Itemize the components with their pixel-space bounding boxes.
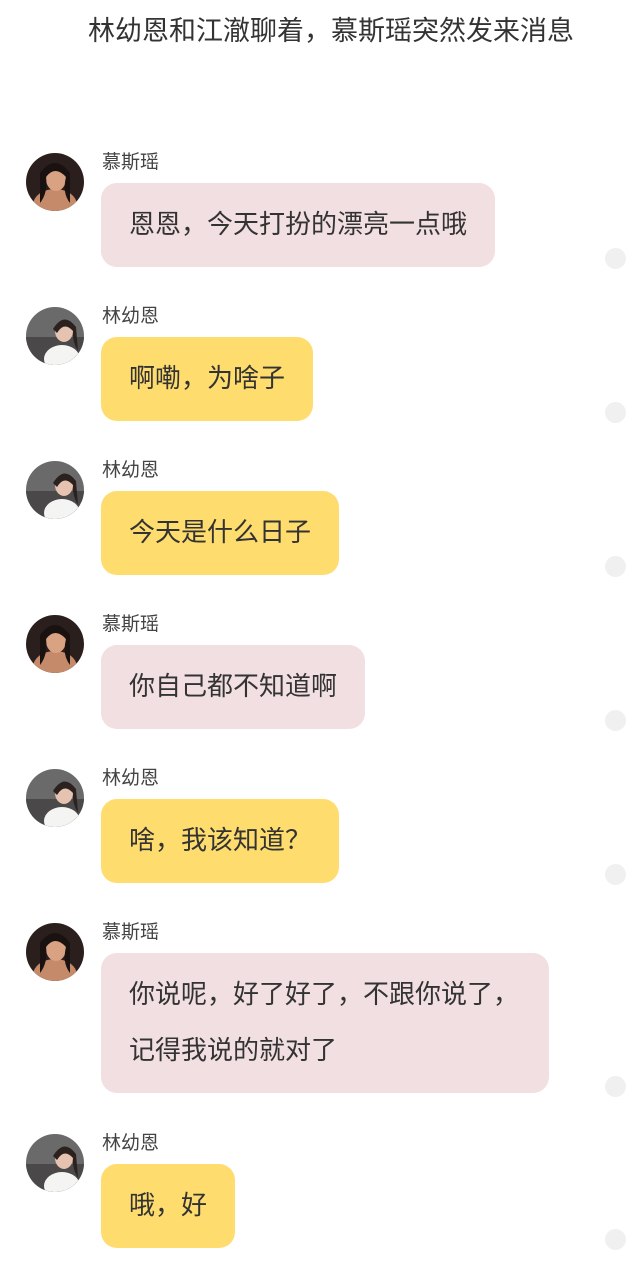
- message-bubble[interactable]: 哦，好: [101, 1164, 236, 1248]
- avatar-musiyao[interactable]: [26, 923, 84, 981]
- avatar-linyouen[interactable]: [26, 307, 84, 365]
- sender-name: 林幼恩: [102, 767, 160, 789]
- sender-name: 慕斯瑶: [102, 151, 160, 173]
- avatar-linyouen[interactable]: [26, 769, 84, 827]
- sender-name: 林幼恩: [102, 459, 160, 481]
- avatar-musiyao[interactable]: [26, 153, 84, 211]
- avatar-linyouen[interactable]: [26, 1134, 84, 1192]
- avatar-linyouen[interactable]: [26, 461, 84, 519]
- message-bubble[interactable]: 你自己都不知道啊: [101, 645, 366, 729]
- status-dot: [605, 1076, 626, 1097]
- status-dot: [605, 1229, 626, 1250]
- sender-name: 慕斯瑶: [102, 613, 160, 635]
- message-bubble[interactable]: 你说呢，好了好了，不跟你说了，记得我说的就对了: [101, 953, 549, 1093]
- status-dot: [605, 248, 626, 269]
- status-dot: [605, 710, 626, 731]
- status-dot: [605, 556, 626, 577]
- message-bubble[interactable]: 啊嘞，为啥子: [101, 337, 314, 421]
- message-bubble[interactable]: 今天是什么日子: [101, 491, 340, 575]
- narration-text: 林幼恩和江澈聊着，慕斯瑶突然发来消息: [88, 16, 574, 47]
- message-bubble[interactable]: 啥，我该知道？: [101, 799, 340, 883]
- message-bubble[interactable]: 恩恩，今天打扮的漂亮一点哦: [101, 183, 496, 267]
- status-dot: [605, 402, 626, 423]
- sender-name: 林幼恩: [102, 305, 160, 327]
- status-dot: [605, 864, 626, 885]
- sender-name: 慕斯瑶: [102, 921, 160, 943]
- sender-name: 林幼恩: [102, 1132, 160, 1154]
- avatar-musiyao[interactable]: [26, 615, 84, 673]
